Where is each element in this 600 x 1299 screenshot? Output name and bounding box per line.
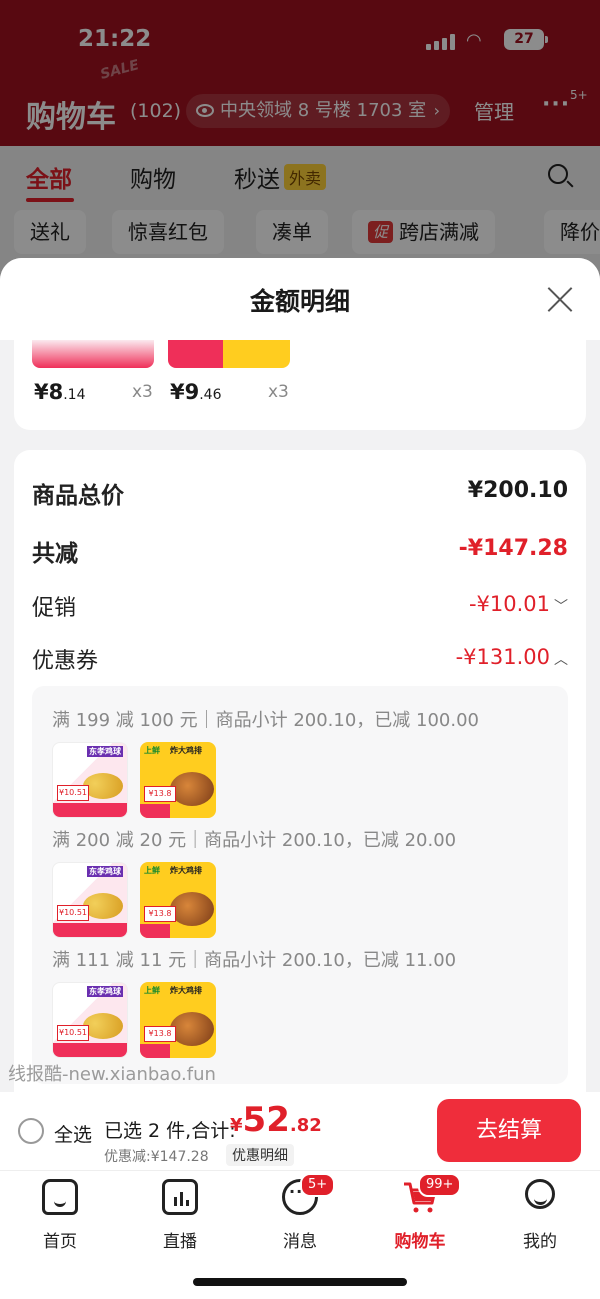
thumb-bar (140, 1044, 170, 1058)
coupon-value: -¥131.00 (455, 645, 550, 669)
total-dec: .82 (289, 1115, 322, 1136)
price-dec: .14 (63, 387, 86, 403)
thumb-bar (53, 1043, 127, 1057)
promotion-label: 促销 (32, 596, 77, 621)
total-discount-label: 共减 (32, 541, 78, 567)
price-breakdown: 商品总价 ¥200.10 共减 -¥147.28 促销 -¥10.01 ﹀ 优惠券… (14, 450, 586, 1110)
price-int: ¥9 (170, 380, 200, 404)
product-thumb[interactable] (32, 340, 154, 368)
thumb-price: ¥10.51 (57, 1025, 89, 1041)
close-icon[interactable] (546, 285, 574, 313)
thumb-bar (53, 923, 127, 937)
coupon-toggle[interactable]: -¥131.00 ︿ (456, 645, 568, 669)
thumb-brand: 上鲜 (144, 746, 160, 755)
thumb-price: ¥10.51 (57, 785, 89, 801)
live-icon (162, 1179, 198, 1215)
thumb-bar (140, 804, 170, 818)
thumb-title: 东孝鸡球 (87, 746, 123, 757)
thumb-price: ¥10.51 (57, 905, 89, 921)
coupon-label: 优惠券 (32, 649, 99, 674)
product-thumb[interactable] (168, 340, 290, 368)
subtotal-label: 商品总价 (32, 483, 124, 509)
thumb-title: 东孝鸡球 (87, 866, 123, 877)
thumb-title: 炸大鸡排 (170, 866, 202, 875)
select-all-label[interactable]: 全选 (54, 1120, 92, 1147)
food-image (170, 1012, 214, 1046)
coupon-rule: 满 111 减 11 元｜商品小计 200.10，已减 11.00 (52, 950, 457, 971)
thumb-title: 东孝鸡球 (87, 986, 123, 997)
price-int: ¥8 (34, 380, 64, 404)
goods-card: ¥8.14 x3 ¥9.46 x3 (14, 340, 586, 430)
thumb-brand: 上鲜 (144, 986, 160, 995)
cart-badge: 99+ (418, 1173, 462, 1197)
selected-summary: 已选 2 件,合计: (104, 1120, 236, 1142)
total-discount-value: -¥147.28 (458, 536, 568, 561)
price-dec: .46 (199, 387, 222, 403)
food-image (83, 773, 123, 799)
product-thumb-chicken-steak[interactable]: 上鲜 炸大鸡排 ¥13.8 (140, 982, 216, 1058)
watermark: 线报酷-new.xianbao.fun (8, 1064, 216, 1085)
product-thumb-chicken-steak[interactable]: 上鲜 炸大鸡排 ¥13.8 (140, 862, 216, 938)
nav-label: 首页 (43, 1232, 77, 1252)
item-price: ¥9.46 (170, 380, 222, 404)
chevron-down-icon: ﹀ (554, 599, 568, 615)
coupon-rule: 满 199 减 100 元｜商品小计 200.10，已减 100.00 (52, 710, 480, 731)
coupon-rule: 满 200 减 20 元｜商品小计 200.10，已减 20.00 (52, 830, 457, 851)
total-int: 52 (242, 1100, 290, 1140)
chevron-up-icon: ︿ (554, 652, 568, 668)
thumb-title: 炸大鸡排 (170, 746, 202, 755)
sheet-header: 金额明细 (0, 258, 600, 340)
discount-detail-button[interactable]: 优惠明细 (226, 1144, 294, 1166)
food-image (170, 772, 214, 806)
promotion-toggle[interactable]: -¥10.01 ﹀ (469, 592, 568, 616)
nav-label: 消息 (283, 1232, 317, 1252)
home-indicator (193, 1278, 407, 1286)
nav-label: 直播 (163, 1232, 197, 1252)
discount-summary: 优惠减:¥147.28 (104, 1149, 209, 1165)
item-qty: x3 (268, 382, 289, 402)
thumb-price: ¥13.8 (144, 906, 176, 922)
thumb-bar (53, 803, 127, 817)
promotion-value: -¥10.01 (468, 592, 550, 616)
total-price: ¥52.82 (230, 1100, 322, 1140)
item-qty: x3 (132, 382, 153, 402)
profile-icon (525, 1179, 555, 1209)
thumb-price: ¥13.8 (144, 1026, 176, 1042)
subtotal-value: ¥200.10 (467, 478, 568, 503)
checkout-bar: 全选 已选 2 件,合计: ¥52.82 优惠减:¥147.28 优惠明细 去结… (0, 1092, 600, 1170)
product-thumb-chicken-balls[interactable]: 东孝鸡球 ¥10.51 (52, 862, 128, 938)
nav-label: 购物车 (394, 1232, 446, 1252)
select-all-checkbox[interactable] (18, 1118, 44, 1144)
food-image (83, 893, 123, 919)
food-image (83, 1013, 123, 1039)
home-icon (42, 1179, 78, 1215)
total-currency: ¥ (230, 1115, 243, 1136)
coupon-list: 满 199 减 100 元｜商品小计 200.10，已减 100.00 东孝鸡球… (32, 686, 568, 1084)
product-thumb-chicken-balls[interactable]: 东孝鸡球 ¥10.51 (52, 742, 128, 818)
product-thumb-chicken-balls[interactable]: 东孝鸡球 ¥10.51 (52, 982, 128, 1058)
checkout-button[interactable]: 去结算 (437, 1099, 581, 1162)
item-price: ¥8.14 (34, 380, 86, 404)
thumb-price: ¥13.8 (144, 786, 176, 802)
thumb-bar (140, 924, 170, 938)
sheet-title: 金额明细 (249, 287, 350, 316)
food-image (170, 892, 214, 926)
thumb-title: 炸大鸡排 (170, 986, 202, 995)
nav-label: 我的 (523, 1232, 557, 1252)
thumb-brand: 上鲜 (144, 866, 160, 875)
product-thumb-chicken-steak[interactable]: 上鲜 炸大鸡排 ¥13.8 (140, 742, 216, 818)
message-badge: 5+ (300, 1173, 336, 1197)
